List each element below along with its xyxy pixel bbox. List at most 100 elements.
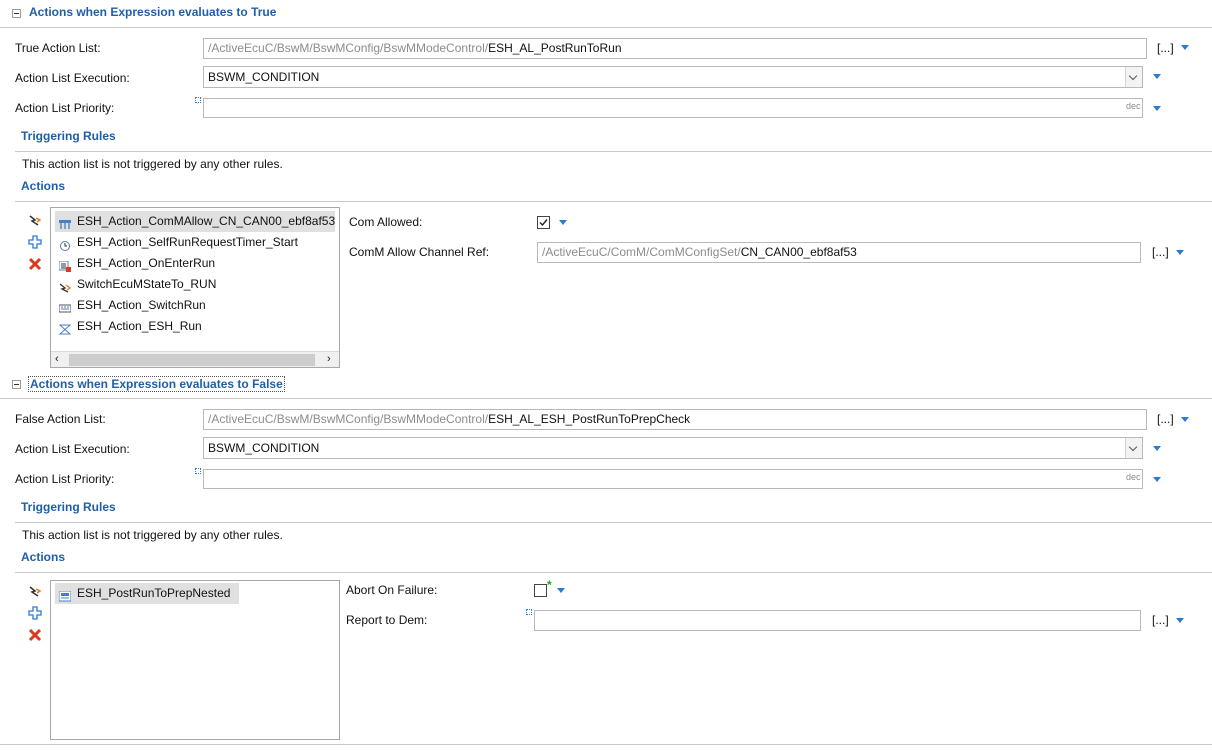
- bottom-divider: [0, 744, 1212, 745]
- list-item-label: ESH_PostRunToPrepNested: [77, 586, 231, 600]
- list-item-label: ESH_Action_ESH_Run: [77, 319, 202, 333]
- true-action-list-label: True Action List:: [15, 41, 101, 55]
- chevron-down-icon[interactable]: [1125, 438, 1142, 458]
- report-to-dem-label: Report to Dem:: [346, 613, 428, 627]
- delete-icon[interactable]: [28, 628, 42, 642]
- scrollbar-thumb[interactable]: [69, 354, 315, 366]
- true-actions-divider: [15, 201, 1212, 202]
- channel-ref-label: ComM Allow Channel Ref:: [349, 245, 490, 259]
- switch-icon: [58, 300, 72, 313]
- scroll-left-icon[interactable]: ‹: [55, 353, 59, 365]
- true-exec-label: Action List Execution:: [15, 71, 130, 85]
- com-allowed-label: Com Allowed:: [349, 215, 423, 229]
- list-item[interactable]: ESH_Action_ESH_Run: [55, 316, 202, 337]
- collapse-false-section-toggle[interactable]: [12, 380, 21, 389]
- list-item-label: ESH_Action_OnEnterRun: [77, 256, 216, 270]
- mode-request-icon: [58, 258, 71, 272]
- true-triggering-title: Triggering Rules: [21, 129, 116, 143]
- false-exec-menu-icon[interactable]: [1153, 446, 1161, 451]
- ecum-state-icon: [59, 279, 72, 293]
- false-actions-divider: [15, 572, 1212, 573]
- list-item-label: ESH_Action_SelfRunRequestTimer_Start: [77, 235, 298, 249]
- add-icon[interactable]: [28, 235, 42, 249]
- list-item-label: ESH_Action_ComMAllow_CN_CAN00_ebf8af53: [77, 214, 336, 228]
- true-priority-field[interactable]: [203, 98, 1143, 118]
- info-marker-icon: [195, 468, 201, 474]
- channel-ref-browse-button[interactable]: [...]: [1152, 245, 1169, 259]
- channel-ref-menu-icon[interactable]: [1176, 250, 1184, 255]
- true-action-list-value: ESH_AL_PostRunToRun: [488, 41, 622, 55]
- true-priority-unit: dec: [1126, 101, 1141, 111]
- false-actions-title: Actions: [21, 550, 66, 564]
- list-item[interactable]: ESH_Action_SelfRunRequestTimer_Start: [55, 232, 298, 253]
- false-triggering-title: Triggering Rules: [21, 500, 116, 514]
- true-priority-menu-icon[interactable]: [1153, 106, 1161, 111]
- list-item[interactable]: ESH_Action_ComMAllow_CN_CAN00_ebf8af53: [55, 211, 336, 232]
- report-to-dem-browse-button[interactable]: [...]: [1152, 613, 1169, 627]
- false-triggering-text: This action list is not triggered by any…: [22, 528, 283, 542]
- false-section-divider: [0, 398, 1212, 399]
- link-action-icon[interactable]: [28, 584, 42, 598]
- false-triggering-divider: [15, 522, 1212, 523]
- false-action-list-label: False Action List:: [15, 412, 106, 426]
- delete-icon[interactable]: [28, 257, 42, 271]
- abort-on-failure-checkbox[interactable]: [534, 584, 547, 597]
- false-exec-value: BSWM_CONDITION: [208, 441, 320, 455]
- run-icon: [58, 321, 72, 335]
- true-priority-label: Action List Priority:: [15, 101, 115, 115]
- channel-ref-value: CN_CAN00_ebf8af53: [740, 245, 857, 259]
- info-marker-icon: [195, 97, 201, 103]
- list-item[interactable]: ESH_PostRunToPrepNested: [55, 583, 239, 604]
- false-priority-field[interactable]: [203, 469, 1143, 489]
- true-exec-menu-icon[interactable]: [1153, 74, 1161, 79]
- false-action-list-prefix: /ActiveEcuC/BswM/BswMConfig/BswMModeCont…: [208, 412, 489, 426]
- false-priority-unit: dec: [1126, 472, 1141, 482]
- true-triggering-divider: [15, 151, 1212, 152]
- true-exec-combo[interactable]: BSWM_CONDITION: [203, 66, 1143, 88]
- link-action-icon[interactable]: [28, 213, 42, 227]
- add-icon[interactable]: [28, 606, 42, 620]
- com-allowed-menu-icon[interactable]: [559, 220, 567, 225]
- false-action-list-value: ESH_AL_ESH_PostRunToPrepCheck: [488, 412, 691, 426]
- list-item[interactable]: ESH_Action_OnEnterRun: [55, 253, 215, 274]
- true-exec-value: BSWM_CONDITION: [208, 70, 320, 84]
- info-marker-icon: [526, 609, 532, 615]
- list-item[interactable]: ESH_Action_SwitchRun: [55, 295, 206, 316]
- scroll-right-icon[interactable]: ›: [327, 353, 331, 365]
- false-actions-list[interactable]: ESH_PostRunToPrepNested: [50, 580, 340, 740]
- default-marker-icon: *: [547, 578, 552, 592]
- list-item-label: SwitchEcuMStateTo_RUN: [77, 277, 217, 291]
- report-to-dem-field[interactable]: [534, 610, 1141, 631]
- list-item[interactable]: SwitchEcuMStateTo_RUN: [55, 274, 216, 295]
- list-item-label: ESH_Action_SwitchRun: [77, 298, 206, 312]
- true-section-title[interactable]: Actions when Expression evaluates to Tru…: [29, 5, 276, 19]
- true-action-list-field[interactable]: /ActiveEcuC/BswM/BswMConfig/BswMModeCont…: [203, 38, 1147, 59]
- abort-on-failure-label: Abort On Failure:: [346, 583, 438, 597]
- collapse-true-section-toggle[interactable]: [12, 9, 21, 18]
- channel-ref-field[interactable]: /ActiveEcuC/ComM/ComMConfigSet/CN_CAN00_…: [537, 242, 1141, 263]
- false-exec-combo[interactable]: BSWM_CONDITION: [203, 437, 1143, 459]
- channel-ref-prefix: /ActiveEcuC/ComM/ComMConfigSet/: [542, 245, 741, 259]
- true-actions-title: Actions: [21, 179, 66, 193]
- abort-on-failure-menu-icon[interactable]: [557, 588, 565, 593]
- false-priority-menu-icon[interactable]: [1153, 477, 1161, 482]
- false-priority-label: Action List Priority:: [15, 472, 115, 486]
- com-allowed-checkbox[interactable]: [537, 216, 550, 229]
- false-section-title[interactable]: Actions when Expression evaluates to Fal…: [28, 376, 285, 392]
- true-action-list-prefix: /ActiveEcuC/BswM/BswMConfig/BswMModeCont…: [208, 41, 489, 55]
- chevron-down-icon[interactable]: [1125, 67, 1142, 87]
- timer-icon: [59, 237, 71, 251]
- horizontal-scrollbar[interactable]: ‹ ›: [51, 351, 339, 367]
- true-actions-list[interactable]: ESH_Action_ComMAllow_CN_CAN00_ebf8af53 E…: [50, 207, 340, 368]
- false-action-list-browse-button[interactable]: [...]: [1157, 412, 1174, 426]
- true-section-divider: [0, 27, 1212, 28]
- true-action-list-browse-button[interactable]: [...]: [1157, 41, 1174, 55]
- false-exec-label: Action List Execution:: [15, 442, 130, 456]
- false-action-list-field[interactable]: /ActiveEcuC/BswM/BswMConfig/BswMModeCont…: [203, 409, 1147, 430]
- report-to-dem-menu-icon[interactable]: [1176, 618, 1184, 623]
- true-action-list-menu-icon[interactable]: [1181, 45, 1189, 50]
- comm-allow-icon: [59, 216, 71, 229]
- false-action-list-menu-icon[interactable]: [1181, 417, 1189, 422]
- nested-list-icon: [58, 588, 72, 602]
- true-triggering-text: This action list is not triggered by any…: [22, 157, 283, 171]
